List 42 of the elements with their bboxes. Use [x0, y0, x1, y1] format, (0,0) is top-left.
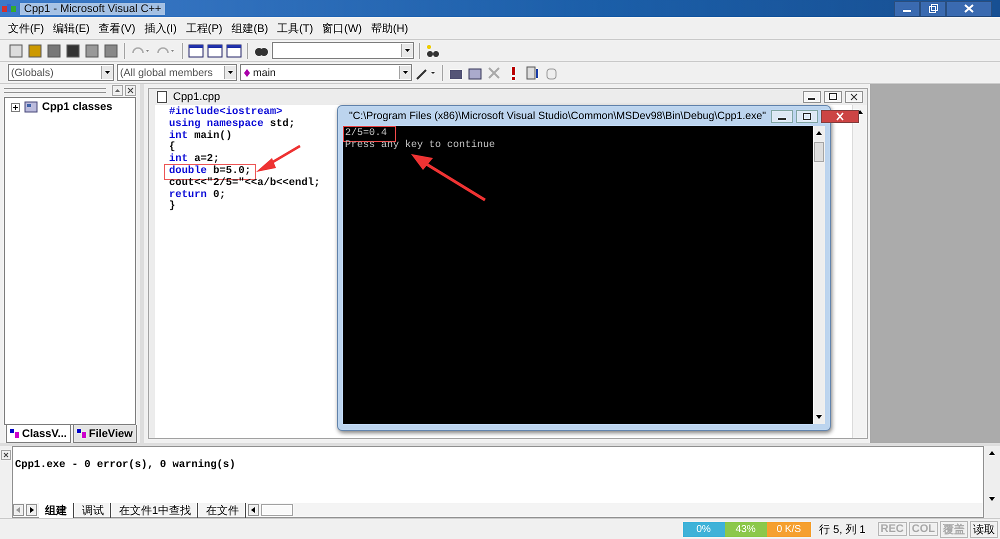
panel-tab[interactable]: ClassV... [6, 425, 71, 443]
tree-item[interactable]: Cpp1 classes [42, 101, 112, 113]
menu-item[interactable]: 文件(F) [8, 20, 44, 36]
menu-item[interactable]: 插入(I) [144, 20, 177, 36]
output-tab[interactable]: 在文件1中查找 [113, 502, 198, 518]
code-line: #include<iostream> [169, 107, 282, 118]
menu-item[interactable]: 工具(T) [277, 20, 314, 36]
status-indicator: 覆盖 [940, 520, 968, 538]
code-line: double b=5.0; [169, 166, 251, 177]
menu-item[interactable]: 编辑(E) [53, 20, 90, 36]
function-combo[interactable]: main [240, 64, 412, 81]
status-indicator: REC [878, 522, 907, 536]
monitor-reading: 0 K/S [766, 522, 812, 536]
members-combo[interactable]: (All global members [117, 64, 237, 81]
output-tab[interactable]: 调试 [76, 502, 111, 518]
code-line: return 0; [169, 190, 226, 201]
cursor-position: 行 5, 列 1 [819, 522, 866, 536]
console-line: Press any key to continue [345, 140, 496, 152]
monitor-reading: 0% [682, 522, 725, 536]
monitor-reading: 43% [724, 522, 767, 536]
output-text: Cpp1.exe - 0 error(s), 0 warning(s) [14, 458, 237, 473]
window-title: Cpp1 - Microsoft Visual C++ [20, 2, 166, 14]
menu-item[interactable]: 组建(B) [231, 20, 268, 36]
panel-tab[interactable]: FileView [72, 425, 137, 443]
code-line: { [169, 142, 176, 154]
status-indicator: 读取 [970, 520, 998, 538]
output-tab[interactable]: 在文件 [200, 502, 246, 518]
code-line: int a=2; [169, 154, 220, 166]
menu-item[interactable]: 工程(P) [186, 20, 222, 36]
console-line: 2/5=0.4 [345, 128, 388, 140]
output-tab[interactable]: 组建 [39, 502, 74, 518]
console-title: "C:\Program Files (x86)\Microsoft Visual Studio\Common\MSDev98\Bin\Debug\Cpp1.exe" [349, 110, 766, 122]
editor-title: Cpp1.cpp [173, 91, 220, 103]
menu-item[interactable]: 查看(V) [98, 20, 136, 36]
scope-combo[interactable]: (Globals) [8, 64, 114, 81]
status-indicator: COL [908, 522, 938, 536]
menu-item[interactable]: 帮助(H) [370, 20, 408, 36]
menu-item[interactable]: 窗口(W) [322, 20, 362, 36]
code-line: } [169, 201, 176, 214]
code-line: using namespace std; [169, 118, 296, 130]
code-line: int main() [169, 130, 232, 142]
code-line: cout<<"2/5="<<a/b<<endl; [169, 178, 320, 190]
